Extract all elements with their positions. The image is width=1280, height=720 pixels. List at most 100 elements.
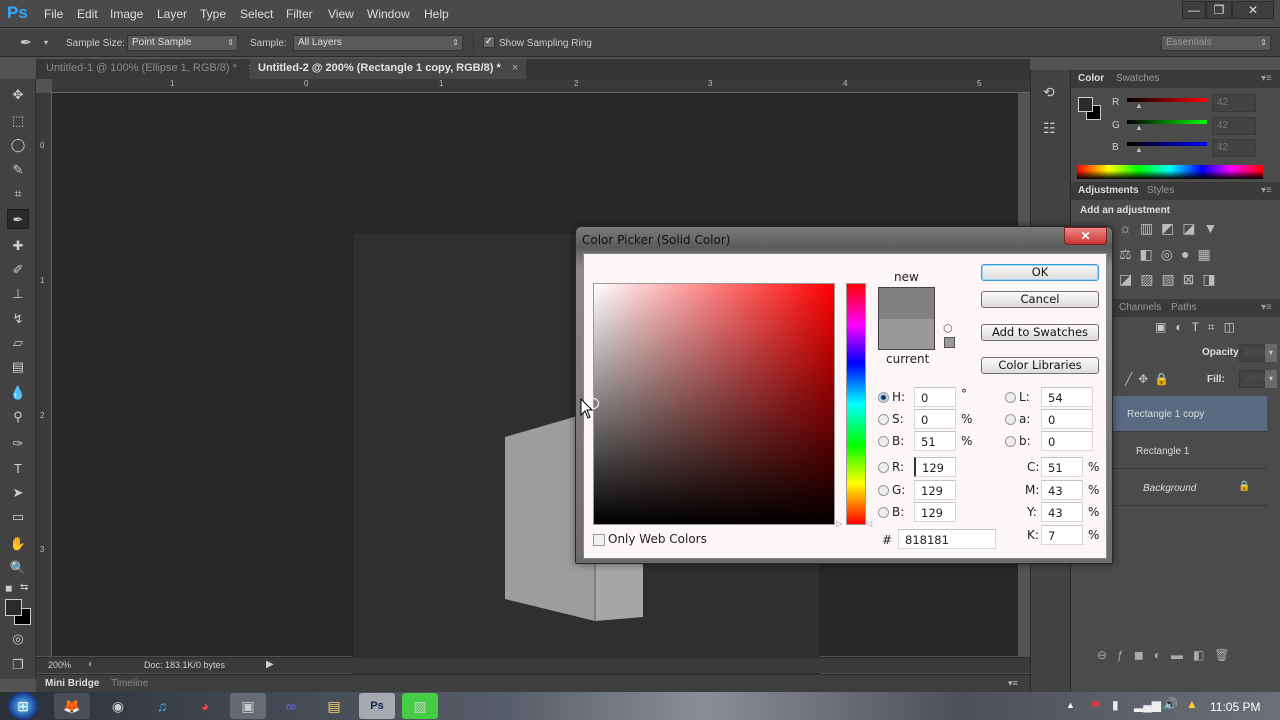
start-button[interactable]: ⊞ [8,692,38,720]
network-icon[interactable]: ▂▄▆ [1134,698,1161,712]
cancel-button[interactable]: Cancel [981,291,1099,308]
menu-view[interactable]: View [328,7,354,21]
lasso-tool-icon[interactable]: ◯ [7,135,29,155]
status-info-icon[interactable]: ◐ [88,659,94,670]
a-channel-field[interactable]: 0 [1041,409,1093,429]
lightness-field[interactable]: 54 [1041,387,1093,407]
clock[interactable]: 11:05 PM [1210,700,1260,714]
lock-icons[interactable]: ╱✥🔒 [1125,372,1175,386]
a-channel-radio[interactable] [1005,414,1016,425]
saturation-radio[interactable] [878,414,889,425]
status-menu-arrow-icon[interactable]: ▶ [266,659,274,670]
tab-untitled-1[interactable]: Untitled-1 @ 100% (Ellipse 1, RGB/8) * × [38,59,263,79]
zoom-tool-icon[interactable]: 🔍 [7,558,29,578]
menu-filter[interactable]: Filter [286,7,313,21]
b-channel-radio[interactable] [1005,436,1016,447]
brightness-field[interactable]: 51 [914,431,956,451]
tab-adjustments[interactable]: Adjustments [1078,185,1139,196]
hand-tool-icon[interactable]: ✋ [7,534,29,554]
history-brush-tool-icon[interactable]: ↯ [7,309,29,329]
tab-timeline[interactable]: Timeline [111,678,148,689]
green-app-icon[interactable]: ▧ [402,693,438,719]
blue-radio[interactable] [878,507,889,518]
opacity-dropdown-icon[interactable]: ▾ [1265,344,1277,362]
fill-field[interactable]: 100% [1239,370,1267,388]
fill-dropdown-icon[interactable]: ▾ [1265,370,1277,388]
app-icon[interactable]: ◕ [187,693,223,719]
hue-field[interactable]: 0 [914,387,956,407]
tab-channels[interactable]: Channels [1119,302,1161,313]
healing-brush-tool-icon[interactable]: ✚ [7,236,29,256]
panel-menu-icon[interactable]: ▾≡ [1008,678,1018,689]
sample-size-select[interactable]: Point Sample ⇕ [127,35,238,51]
menu-type[interactable]: Type [200,7,226,21]
dialog-close-button[interactable]: ✕ [1064,227,1107,245]
tab-mini-bridge[interactable]: Mini Bridge [45,678,99,689]
blur-tool-icon[interactable]: 💧 [7,383,29,403]
slider-handle-icon[interactable]: ▲ [1135,101,1143,110]
hue-slider[interactable] [846,283,866,525]
adjustment-icons-row-2[interactable]: ⚖◧◎●▦ [1119,246,1219,263]
move-tool-icon[interactable]: ✥ [7,85,29,105]
layer-filter-icons[interactable]: ▣◐T⌗◫ [1155,320,1244,335]
foreground-color-swatch[interactable] [5,599,22,616]
pen-tool-icon[interactable]: ✑ [7,434,29,454]
panel-menu-icon[interactable]: ▾≡ [1261,73,1272,84]
opacity-field[interactable]: 100% [1239,344,1267,362]
quick-selection-tool-icon[interactable]: ✎ [7,160,29,180]
b-channel-field[interactable]: 0 [1041,431,1093,451]
magenta-field[interactable]: 43 [1041,480,1083,500]
zoom-level[interactable]: 200% [48,660,71,670]
default-colors-icon[interactable]: ◼ [5,583,12,594]
ok-button[interactable]: OK [981,264,1099,281]
adjustment-icons-row-3[interactable]: ◪▨▧⊠◨ [1119,271,1224,288]
screen-mode-icon[interactable]: ❐ [7,655,29,675]
itunes-icon[interactable]: ♫ [144,693,180,719]
black-field[interactable]: 7 [1041,525,1083,545]
firefox-icon[interactable]: 🦊 [54,693,90,719]
close-window-button[interactable]: ✕ [1232,1,1274,19]
color-libraries-button[interactable]: Color Libraries [981,357,1099,374]
lightness-radio[interactable] [1005,392,1016,403]
gamut-warning-cube-icon[interactable]: ⬡ [943,322,953,335]
blue-field[interactable]: 129 [914,502,956,522]
close-tab-icon[interactable]: × [512,62,518,74]
adjustment-icons-row-1[interactable]: ☼▥◩◪▼ [1119,220,1225,237]
crop-tool-icon[interactable]: ⌗ [7,184,29,204]
layer-actions-icons[interactable]: ⊖ƒ◼◐▬◧🗑 [1097,648,1240,662]
chrome-icon[interactable]: ◉ [100,693,136,719]
blue-value-field[interactable]: 42 [1212,139,1256,157]
saturation-field[interactable]: 0 [914,409,956,429]
action-center-icon[interactable]: ⚑ [1090,698,1101,712]
foreground-color-swatch[interactable] [1078,97,1093,112]
brightness-radio[interactable] [878,436,889,447]
connect-icon[interactable]: ∞ [273,693,309,719]
minimize-button[interactable]: — [1182,1,1206,19]
dodge-tool-icon[interactable]: ⚲ [7,407,29,427]
menu-window[interactable]: Window [367,7,410,21]
eraser-tool-icon[interactable]: ▱ [7,333,29,353]
green-value-field[interactable]: 42 [1212,117,1256,135]
cyan-field[interactable]: 51 [1041,457,1083,477]
gradient-tool-icon[interactable]: ▤ [7,357,29,377]
layer-rectangle-1[interactable]: Rectangle 1 [1112,433,1267,469]
file-explorer-icon[interactable]: ▤ [316,693,352,719]
tab-color[interactable]: Color [1078,73,1104,84]
panel-menu-icon[interactable]: ▾≡ [1261,185,1272,196]
properties-panel-icon[interactable]: ☷ [1043,120,1056,137]
slider-handle-icon[interactable]: ▲ [1135,123,1143,132]
google-drive-icon[interactable]: ▲ [1186,697,1198,711]
red-radio[interactable] [878,462,889,473]
eyedropper-icon[interactable]: ✒ [20,34,32,51]
brush-tool-icon[interactable]: ✐ [7,260,29,280]
green-field[interactable]: 129 [914,480,956,500]
tab-styles[interactable]: Styles [1147,185,1174,196]
history-panel-icon[interactable]: ⟲ [1043,84,1055,101]
hex-field[interactable]: 818181 [898,529,996,549]
hue-radio[interactable] [878,392,889,403]
color-spectrum-ramp[interactable] [1077,165,1263,179]
camtasia-icon[interactable]: ▣ [230,693,266,719]
layer-rectangle-1-copy[interactable]: Rectangle 1 copy [1112,396,1267,432]
photoshop-taskbar-icon[interactable]: Ps [359,693,395,719]
show-sampling-ring-checkbox[interactable]: ✓ [483,36,495,48]
